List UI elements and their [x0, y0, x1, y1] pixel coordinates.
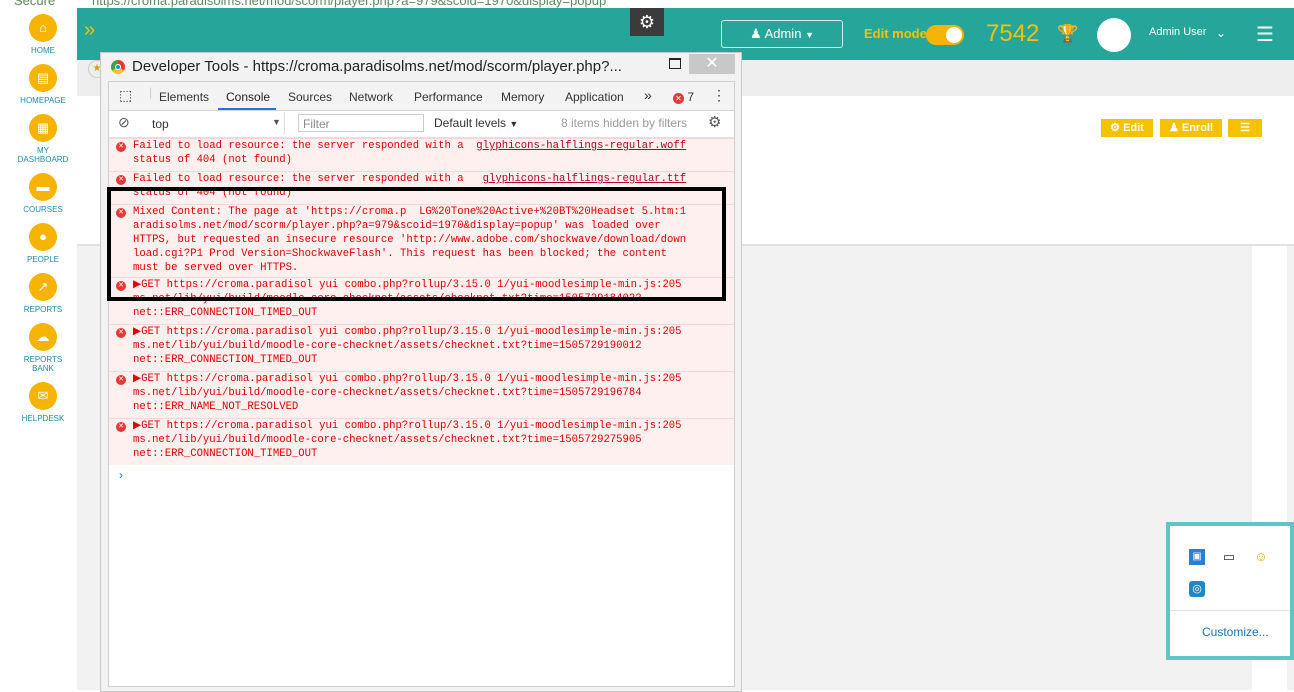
- dashboard-icon: ▦: [29, 114, 57, 142]
- tab-elements[interactable]: Elements: [159, 90, 209, 104]
- devtools-panel: ⬚ | Elements Console Sources Network Per…: [108, 81, 735, 687]
- maximize-icon[interactable]: [669, 58, 681, 69]
- error-count-badge[interactable]: ✕ 7: [673, 90, 694, 104]
- console-filter-input[interactable]: Filter: [298, 114, 424, 132]
- tab-memory[interactable]: Memory: [501, 90, 544, 104]
- clear-console-icon[interactable]: ⊘: [118, 114, 130, 131]
- sidebar-item-courses[interactable]: ▬ COURSES: [0, 173, 86, 214]
- admin-role-button[interactable]: ♟ Admin ▼: [721, 20, 843, 48]
- network-app-icon[interactable]: ▣: [1189, 549, 1205, 565]
- chrome-icon: [111, 60, 125, 74]
- courses-icon: ▬: [29, 173, 57, 201]
- reports-icon: ↗: [29, 273, 57, 301]
- kebab-menu-icon[interactable]: ⋮: [712, 87, 726, 104]
- error-icon: ✕: [116, 142, 126, 152]
- more-tabs-icon[interactable]: »: [644, 87, 652, 103]
- caret-down-icon: ▼: [272, 117, 281, 127]
- error-icon: ✕: [673, 93, 684, 104]
- sidebar-item-dashboard[interactable]: ▦ MY DASHBOARD: [0, 114, 86, 164]
- message-text: ▶GET https://croma.paradisol yui combo.p…: [133, 373, 682, 413]
- edit-mode-label: Edit mode: [864, 26, 927, 41]
- sync-app-icon[interactable]: ◎: [1189, 581, 1205, 597]
- tab-network[interactable]: Network: [349, 90, 393, 104]
- enroll-button[interactable]: ♟ Enroll: [1160, 119, 1222, 137]
- people-icon: ●: [29, 223, 57, 251]
- browser-address-bar[interactable]: Secure https://croma.paradisolms.net/mod…: [0, 0, 1294, 8]
- sidebar-item-label: PEOPLE: [26, 255, 59, 264]
- resource-link[interactable]: glyphicons-halflings-regular.ttf: [483, 173, 686, 185]
- expand-sidebar-icon[interactable]: »: [84, 19, 95, 42]
- sidebar-item-label: HOMEPAGE: [20, 96, 66, 105]
- customize-link[interactable]: Customize...: [1202, 625, 1269, 639]
- error-icon: ✕: [116, 422, 126, 432]
- user-name[interactable]: Admin User: [1149, 26, 1206, 38]
- homepage-icon: ▤: [29, 64, 57, 92]
- points-score: 7542: [986, 20, 1040, 47]
- edit-mode-toggle[interactable]: [926, 25, 964, 45]
- context-selector[interactable]: top ▼: [144, 112, 285, 134]
- sidebar-item-home[interactable]: ⌂ HOME: [0, 14, 86, 55]
- tab-sources[interactable]: Sources: [288, 90, 332, 104]
- helpdesk-icon: ✉: [29, 382, 57, 410]
- inspect-element-icon[interactable]: ⬚: [119, 87, 132, 104]
- message-text: ▶GET https://croma.paradisol yui combo.p…: [133, 326, 682, 366]
- user-icon: ♟: [750, 26, 762, 41]
- console-message[interactable]: ✕ ▶GET https://croma.paradisol yui combo…: [109, 324, 734, 371]
- display-icon[interactable]: ▭: [1221, 549, 1237, 565]
- tray-divider: [1170, 610, 1290, 611]
- tab-console[interactable]: Console: [226, 90, 270, 104]
- highlight-box: [107, 187, 726, 301]
- sidebar-item-label: REPORTS: [23, 305, 63, 314]
- resource-link[interactable]: glyphicons-halflings-regular.woff: [476, 140, 686, 152]
- tab-performance[interactable]: Performance: [414, 90, 483, 104]
- console-message[interactable]: ✕ ▶GET https://croma.paradisol yui combo…: [109, 371, 734, 418]
- console-message[interactable]: ✕ ▶GET https://croma.paradisol yui combo…: [109, 418, 734, 465]
- sidebar-item-people[interactable]: ● PEOPLE: [0, 223, 86, 264]
- error-icon: ✕: [116, 175, 126, 185]
- home-icon: ⌂: [29, 14, 57, 42]
- devtools-titlebar[interactable]: Developer Tools - https://croma.paradiso…: [101, 53, 741, 81]
- devtools-title: Developer Tools - https://croma.paradiso…: [132, 58, 622, 75]
- console-message: ✕ Failed to load resource: the server re…: [109, 138, 734, 171]
- system-tray-popup: ▣ ▭ ☺ ◎ Customize...: [1166, 522, 1294, 660]
- sidebar-item-label: MY DASHBOARD: [17, 146, 69, 164]
- sidebar-item-helpdesk[interactable]: ✉ HELPDESK: [0, 382, 86, 423]
- log-levels-dropdown[interactable]: Default levels ▼: [434, 116, 518, 130]
- sidebar-item-label: HELPDESK: [21, 414, 65, 423]
- close-icon[interactable]: ✕: [689, 54, 735, 74]
- console-toolbar: ⊘ top ▼ Filter Default levels ▼ 8 items …: [109, 111, 734, 138]
- status-face-icon[interactable]: ☺: [1253, 549, 1269, 565]
- chevron-down-icon[interactable]: ⌄: [1216, 26, 1226, 40]
- edit-button[interactable]: ⚙ Edit: [1101, 119, 1153, 137]
- caret-down-icon: ▼: [805, 30, 814, 40]
- sidebar: ⌂ HOME ▤ HOMEPAGE ▦ MY DASHBOARD ▬ COURS…: [0, 8, 78, 690]
- message-text: ▶GET https://croma.paradisol yui combo.p…: [133, 420, 682, 460]
- devtools-tabbar: ⬚ | Elements Console Sources Network Per…: [109, 82, 734, 111]
- sidebar-item-reports-bank[interactable]: ☁ REPORTS BANK: [0, 323, 86, 373]
- sidebar-item-reports[interactable]: ↗ REPORTS: [0, 273, 86, 314]
- url-text[interactable]: https://croma.paradisolms.net/mod/scorm/…: [92, 0, 606, 8]
- more-menu-button[interactable]: ☰: [1228, 119, 1262, 137]
- sidebar-item-label: REPORTS BANK: [23, 355, 63, 373]
- trophy-icon[interactable]: 🏆: [1057, 24, 1078, 44]
- console-settings-gear-icon[interactable]: ⚙: [708, 113, 721, 131]
- gear-icon[interactable]: ⚙: [630, 8, 664, 36]
- console-prompt[interactable]: ›: [119, 468, 123, 482]
- error-icon: ✕: [116, 375, 126, 385]
- sidebar-item-homepage[interactable]: ▤ HOMEPAGE: [0, 64, 86, 105]
- sidebar-item-label: COURSES: [23, 205, 63, 214]
- context-label: top: [152, 117, 169, 131]
- admin-label: Admin: [764, 26, 802, 41]
- sidebar-item-label: HOME: [31, 46, 55, 55]
- tab-application[interactable]: Application: [565, 90, 624, 104]
- avatar[interactable]: [1097, 18, 1131, 52]
- menu-icon[interactable]: ☰: [1256, 22, 1274, 47]
- reports-bank-icon: ☁: [29, 323, 57, 351]
- secure-label: Secure: [14, 0, 56, 8]
- hidden-items-note: 8 items hidden by filters: [561, 116, 688, 130]
- active-tab-indicator: [218, 108, 276, 110]
- error-icon: ✕: [116, 328, 126, 338]
- devtools-window: Developer Tools - https://croma.paradiso…: [100, 52, 742, 692]
- tab-divider: |: [149, 85, 153, 99]
